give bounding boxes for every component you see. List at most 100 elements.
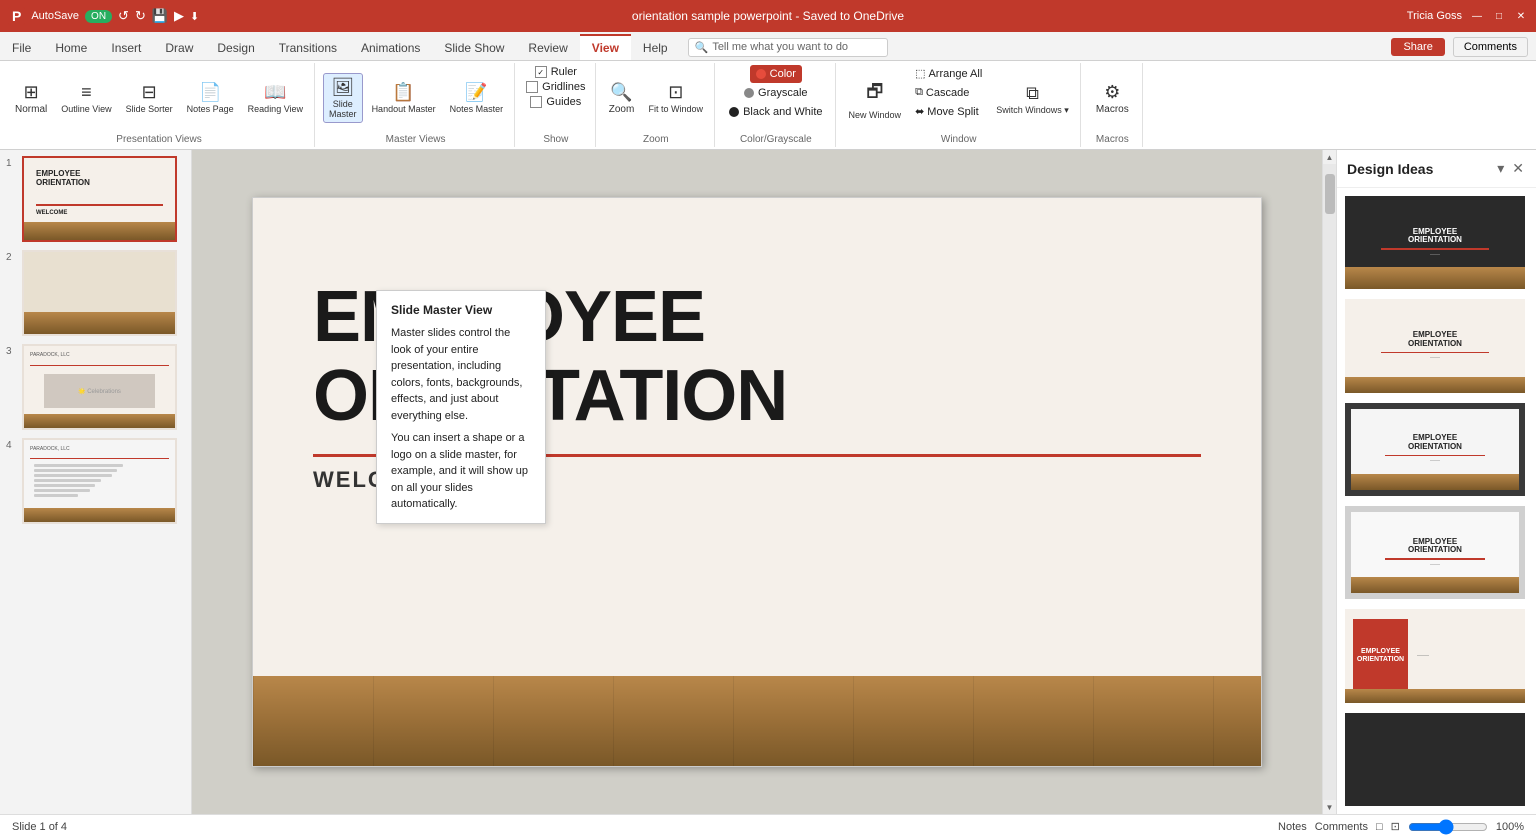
switch-windows-btn[interactable]: ⧉ Switch Windows ▾ [991,80,1074,119]
cascade-label: Cascade [926,87,969,99]
slide-wood-floor [253,676,1261,766]
new-window-btn[interactable]: 🗗 New Window [844,76,907,123]
design-6-preview [1345,713,1525,806]
undo-btn[interactable]: ↺ [118,8,129,24]
autosave-toggle[interactable]: ON [85,10,112,23]
present-btn[interactable]: ▶ [174,8,184,24]
ruler-check[interactable]: ✓ Ruler [532,65,580,79]
design-thumb-6[interactable] [1343,711,1527,808]
zoom-icon: 🔍 [610,82,632,103]
notes-page-btn[interactable]: 📄 Notes Page [182,79,239,117]
design-thumb-4[interactable]: EMPLOYEEORIENTATION —— [1343,504,1527,601]
normal-view-statusbar-btn[interactable]: □ [1376,821,1383,833]
arrange-all-btn[interactable]: ⬚ Arrange All [910,65,987,82]
scroll-down-arrow[interactable]: ▼ [1323,800,1337,814]
color-swatch [756,69,766,79]
design-4-title: EMPLOYEEORIENTATION [1408,538,1462,556]
ribbon-content: ⊞ Normal ≡ Outline View ⊟ Slide Sorter 📄… [0,61,1536,149]
scroll-track[interactable] [1323,164,1337,800]
move-split-btn[interactable]: ⬌ Move Split [910,103,987,120]
save-btn[interactable]: 💾 [152,8,168,24]
bw-swatch [729,107,739,117]
slide-canvas-area[interactable]: Slide Master View Master slides control … [192,150,1322,814]
tab-help[interactable]: Help [631,34,680,60]
tab-transitions[interactable]: Transitions [267,34,349,60]
slide-thumb-1[interactable]: 1 EMPLOYEEORIENTATION WELCOME [4,154,187,244]
design-thumb-1[interactable]: EMPLOYEEORIENTATION —— [1343,194,1527,291]
slide-thumb-3[interactable]: 3 PARADOCK, LLC 🌟 Celebrations [4,342,187,432]
design-thumb-2[interactable]: EMPLOYEEORIENTATION —— [1343,297,1527,394]
slide-num-2: 2 [6,250,18,263]
tab-view[interactable]: View [580,34,631,60]
design-thumbnails[interactable]: EMPLOYEEORIENTATION —— EMPLOYEEORIENTATI… [1337,188,1536,814]
guides-checkbox[interactable] [530,96,542,108]
scroll-up-arrow[interactable]: ▲ [1323,150,1337,164]
design-3-preview: EMPLOYEEORIENTATION —— [1345,403,1525,496]
slide-panel[interactable]: 1 EMPLOYEEORIENTATION WELCOME 2 3 [0,150,192,814]
ribbon-group-presentation-views: ⊞ Normal ≡ Outline View ⊟ Slide Sorter 📄… [4,63,315,147]
notes-page-icon: 📄 [199,82,221,103]
customize-btn[interactable]: ⬇ [190,10,199,23]
design-thumb-5[interactable]: EMPLOYEE ORIENTATION —— [1343,607,1527,704]
design-panel-header: Design Ideas ▾ ✕ [1337,150,1536,188]
slide-img-4[interactable]: PARADOCK, LLC [22,438,177,524]
design-panel-dropdown[interactable]: ▾ [1495,158,1506,179]
zoom-btn[interactable]: 🔍 Zoom [604,79,640,118]
cascade-btn[interactable]: ⧉ Cascade [910,84,987,101]
design-3-sub: —— [1430,458,1440,464]
vertical-scrollbar[interactable]: ▲ ▼ [1322,150,1336,814]
macros-btn[interactable]: ⚙ Macros [1091,79,1134,118]
tab-insert[interactable]: Insert [99,34,153,60]
zoom-slider[interactable] [1408,820,1488,834]
normal-view-icon: ⊞ [24,82,39,103]
zoom-group-label: Zoom [643,134,669,145]
slide-master-btn[interactable]: 🖼 SlideMaster [323,73,363,123]
slide-sorter-btn[interactable]: ⊟ Slide Sorter [121,79,178,117]
tooltip-body1: Master slides control the look of your e… [391,325,531,424]
slide-img-2[interactable] [22,250,177,336]
color-btn[interactable]: Color [750,65,802,83]
gridlines-check[interactable]: Gridlines [523,80,588,94]
grayscale-btn[interactable]: Grayscale [738,84,814,102]
share-button[interactable]: Share [1391,38,1444,56]
tab-slideshow[interactable]: Slide Show [432,34,516,60]
ruler-checkbox[interactable]: ✓ [535,66,547,78]
slide-sorter-label: Slide Sorter [126,104,173,114]
macros-group-label: Macros [1096,134,1129,145]
guides-check[interactable]: Guides [527,95,584,109]
notes-master-btn[interactable]: 📝 Notes Master [445,79,509,117]
comments-btn[interactable]: Comments [1315,821,1368,833]
fit-to-window-btn[interactable]: ⊡ Fit to Window [644,79,709,117]
tab-design[interactable]: Design [205,34,266,60]
redo-btn[interactable]: ↻ [135,8,146,24]
tab-home[interactable]: Home [43,34,99,60]
minimize-btn[interactable]: — [1470,9,1484,23]
tab-animations[interactable]: Animations [349,34,432,60]
design-panel-close[interactable]: ✕ [1510,158,1526,179]
bw-btn[interactable]: Black and White [723,103,828,121]
outline-view-btn[interactable]: ≡ Outline View [56,79,116,117]
normal-view-btn[interactable]: ⊞ Normal [10,79,52,118]
slide-img-1[interactable]: EMPLOYEEORIENTATION WELCOME [22,156,177,242]
slide-thumb-2[interactable]: 2 [4,248,187,338]
handout-master-btn[interactable]: 📋 Handout Master [367,79,441,117]
slide-thumb-4[interactable]: 4 PARADOCK, LLC [4,436,187,526]
design-3-title: EMPLOYEEORIENTATION [1408,434,1462,452]
tab-file[interactable]: File [0,34,43,60]
notes-btn[interactable]: Notes [1278,821,1307,833]
slide1-line [36,204,163,206]
design-thumb-3[interactable]: EMPLOYEEORIENTATION —— [1343,401,1527,498]
tab-draw[interactable]: Draw [153,34,205,60]
fit-view-statusbar-btn[interactable]: ⊡ [1391,820,1400,833]
design-3-wood [1351,474,1519,490]
comments-button[interactable]: Comments [1453,37,1528,57]
close-btn[interactable]: ✕ [1514,9,1528,23]
reading-view-label: Reading View [248,104,303,114]
reading-view-btn[interactable]: 📖 Reading View [243,79,308,117]
maximize-btn[interactable]: □ [1492,9,1506,23]
gridlines-checkbox[interactable] [526,81,538,93]
scroll-thumb[interactable] [1325,174,1335,214]
ribbon-search[interactable]: 🔍 Tell me what you want to do [688,38,888,57]
slide-img-3[interactable]: PARADOCK, LLC 🌟 Celebrations [22,344,177,430]
tab-review[interactable]: Review [516,34,579,60]
